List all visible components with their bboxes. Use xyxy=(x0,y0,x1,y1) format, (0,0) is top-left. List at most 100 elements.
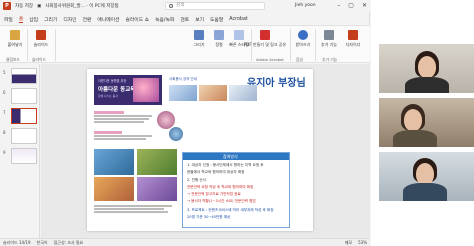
box-line: 2. 진행 순서 xyxy=(187,178,206,182)
shapes-icon xyxy=(194,30,204,40)
draw-button[interactable]: 그리기 xyxy=(188,30,210,48)
doc-title: 사회봉사위원회_발... · 이 PC에 저장됨 xyxy=(45,4,119,9)
slide-thumbnail[interactable] xyxy=(11,148,37,164)
box-line: 3. 프로젝트 : 컨텐츠서비스에 따라 세부과제 작성 후 확정 xyxy=(187,208,274,212)
activity-photo xyxy=(137,149,177,175)
dictate-button[interactable]: 받아쓰기 xyxy=(292,30,314,48)
search-icon xyxy=(169,4,173,8)
slide-thumbnail-pane: 5 6 7 8 9 xyxy=(0,64,40,238)
menu-item[interactable]: 도움말 xyxy=(210,16,223,23)
text-line xyxy=(94,138,146,140)
styles-icon xyxy=(234,30,244,40)
current-slide[interactable]: 아름다운 동행을 위한 아름다운 동교육 함께 나누는 봉사 사회봉사 강의 안… xyxy=(87,69,313,231)
box-line: → 전문인력 참고자료 기반작업 완료 xyxy=(187,192,241,196)
menu-item[interactable]: 검토 xyxy=(180,16,189,23)
group-label: 슬라이드 xyxy=(32,57,46,62)
header-photo xyxy=(199,85,227,101)
language-indicator[interactable]: 한국어 xyxy=(37,240,48,246)
save-icon[interactable]: ▣ xyxy=(37,4,41,9)
participant-body xyxy=(403,183,447,201)
user-name[interactable]: Jieh yoon xyxy=(295,3,316,8)
menu-item[interactable]: 애니메이션 xyxy=(97,16,119,23)
divider xyxy=(27,29,28,61)
menu-item[interactable]: 녹음/녹화 xyxy=(155,16,174,23)
video-call-panel xyxy=(371,0,474,246)
participant-face xyxy=(418,56,436,78)
notes-button[interactable]: 메모 xyxy=(345,240,352,246)
menu-item[interactable]: 전환 xyxy=(83,16,92,23)
paste-icon xyxy=(10,30,20,40)
thumb-number: 8 xyxy=(3,130,6,135)
slide-editor: 아름다운 동행을 위한 아름다운 동교육 함께 나누는 봉사 사회봉사 강의 안… xyxy=(41,64,370,238)
zoom-level[interactable]: 53% xyxy=(358,240,367,246)
box-line: 전문인력 요청 작성 후 학교와 협의하여 확정 xyxy=(187,185,254,189)
video-tile[interactable] xyxy=(379,98,474,147)
participant-body xyxy=(393,130,437,147)
hero-title: 아름다운 동교육 xyxy=(98,87,136,93)
menu-item[interactable]: Acrobat xyxy=(229,17,248,22)
activity-photo xyxy=(94,149,134,175)
slide-thumbnail[interactable] xyxy=(11,88,37,104)
round-photo xyxy=(169,127,183,141)
participation-info-box[interactable]: 참여방식 1. 대상자 선정 : 봉사단체에서 원하는 지역 요청 후 한울에서… xyxy=(182,152,290,228)
participant-body xyxy=(405,77,449,93)
autosave-label[interactable]: 자동 저장 xyxy=(15,3,33,9)
menu-item[interactable]: 그리기 xyxy=(44,16,57,23)
arrange-button[interactable]: 정렬 xyxy=(208,30,230,48)
box-header: 참여방식 xyxy=(183,153,289,160)
title-bar: P 자동 저장 ▣ 사회봉사위원회_발... · 이 PC에 저장됨 검색 Ji… xyxy=(0,0,370,12)
activity-photo xyxy=(94,177,134,201)
paste-button[interactable]: 붙여넣기 xyxy=(4,30,26,48)
divider xyxy=(290,29,291,61)
arrange-icon xyxy=(214,30,224,40)
menu-item-active[interactable]: 홈 xyxy=(18,15,24,23)
text-line xyxy=(94,131,122,134)
slide-header-text: 사회봉사 강의 안내 xyxy=(169,77,197,81)
create-pdf-button[interactable]: PDF 만들기 및 링크 공유 xyxy=(244,30,286,48)
box-line: 한울에서 학교와 협의하여 대상자 확정 xyxy=(187,170,245,174)
divider xyxy=(315,29,316,61)
window-controls: – ▢ ✕ xyxy=(337,2,367,9)
thumb-number: 7 xyxy=(3,110,6,115)
video-tile[interactable] xyxy=(379,44,474,93)
minimize-icon[interactable]: – xyxy=(337,2,340,9)
menu-item[interactable]: 슬라이드 쇼 xyxy=(125,16,149,23)
group-label: 추가 기능 xyxy=(322,57,338,62)
close-icon[interactable]: ✕ xyxy=(362,2,367,9)
status-bar: 슬라이드 14/19 한국어 접근성: 조사 필요 메모 53% xyxy=(0,238,370,246)
header-photo xyxy=(229,85,257,101)
participant-face xyxy=(416,163,434,185)
menu-item[interactable]: 삽입 xyxy=(29,16,38,23)
slide-thumbnail[interactable] xyxy=(11,128,37,144)
add-ins-button[interactable]: 추가 기능 xyxy=(318,30,340,48)
thumb-number: 9 xyxy=(3,150,6,155)
new-slide-button[interactable]: 슬라이드 xyxy=(30,30,52,48)
text-line xyxy=(94,135,152,137)
text-block xyxy=(94,111,154,124)
menu-item[interactable]: 파일 xyxy=(4,16,13,23)
group-label: 클립보드 xyxy=(6,57,20,62)
slide-icon xyxy=(36,30,46,40)
maximize-icon[interactable]: ▢ xyxy=(348,2,354,9)
powerpoint-logo-icon: P xyxy=(3,2,11,10)
hero-subtitle-small: 아름다운 동행을 위한 xyxy=(98,79,127,83)
text-line xyxy=(94,121,144,123)
text-line xyxy=(94,205,172,207)
box-line: → 봉사자 역할(1~3시간 소요) 전문인력 협업 xyxy=(187,199,256,203)
box-line: 20명 기준 30~40만원 예상 xyxy=(187,215,231,219)
text-line xyxy=(94,208,164,210)
menu-item[interactable]: 디자인 xyxy=(63,16,76,23)
video-tile[interactable] xyxy=(379,152,474,201)
text-line xyxy=(94,111,124,114)
group-label: Adobe Acrobat xyxy=(256,57,284,62)
designer-button[interactable]: 디자이너 xyxy=(342,30,364,48)
slide-thumbnail[interactable] xyxy=(11,68,37,84)
text-block xyxy=(94,131,154,141)
menu-item[interactable]: 보기 xyxy=(195,16,204,23)
search-input[interactable]: 검색 xyxy=(165,2,265,10)
accessibility-status[interactable]: 접근성: 조사 필요 xyxy=(54,240,84,246)
add-ins-icon xyxy=(324,30,334,40)
slide-thumbnail-selected[interactable] xyxy=(11,108,37,124)
search-placeholder: 검색 xyxy=(176,3,185,8)
ribbon: 붙여넣기 슬라이드 그리기 정렬 빠른 스타일 PDF 만들기 및 링크 공유 … xyxy=(0,25,370,63)
